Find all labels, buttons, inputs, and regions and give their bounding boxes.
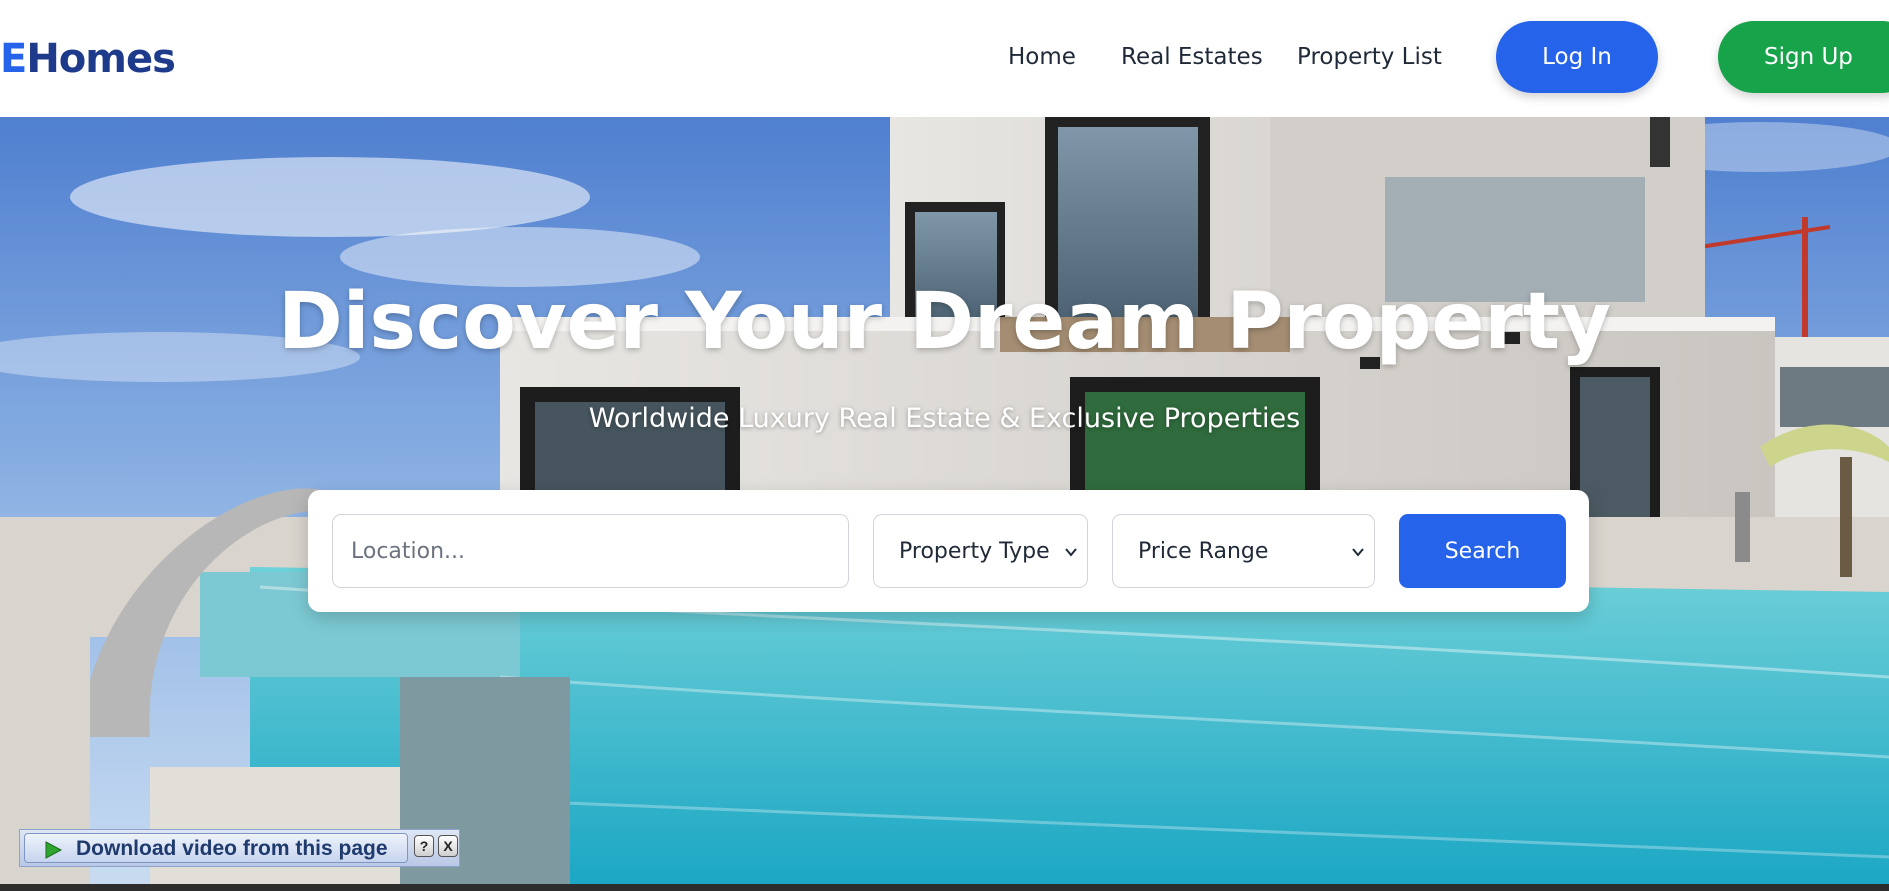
signup-button[interactable]: Sign Up bbox=[1718, 21, 1889, 93]
price-range-select[interactable]: Price Range bbox=[1112, 514, 1375, 588]
price-range-label: Price Range bbox=[1138, 539, 1269, 564]
chevron-down-icon bbox=[1065, 548, 1077, 557]
bottom-scrollbar-strip bbox=[0, 884, 1889, 891]
logo-text: Homes bbox=[26, 36, 176, 82]
download-video-toolbar: Download video from this page ? X bbox=[19, 829, 460, 867]
download-video-button[interactable]: Download video from this page bbox=[24, 833, 408, 863]
download-video-label: Download video from this page bbox=[76, 837, 388, 860]
search-button[interactable]: Search bbox=[1399, 514, 1566, 588]
location-input[interactable] bbox=[332, 514, 849, 588]
logo-prefix: E bbox=[0, 36, 27, 82]
nav-home[interactable]: Home bbox=[1008, 44, 1076, 70]
close-button[interactable]: X bbox=[438, 835, 458, 857]
chevron-down-icon bbox=[1352, 548, 1364, 557]
hero-title: Discover Your Dream Property bbox=[278, 277, 1611, 367]
nav-real-estates[interactable]: Real Estates bbox=[1121, 44, 1263, 70]
play-icon bbox=[45, 841, 63, 859]
hero-section: Discover Your Dream Property Worldwide L… bbox=[0, 117, 1889, 891]
site-header: EHomes Home Real Estates Property List L… bbox=[0, 0, 1889, 117]
nav-property-list[interactable]: Property List bbox=[1297, 44, 1442, 70]
property-type-select[interactable]: Property Type bbox=[873, 514, 1088, 588]
help-button[interactable]: ? bbox=[414, 835, 434, 857]
site-logo[interactable]: EHomes bbox=[0, 36, 176, 82]
search-panel: Property Type Price Range Search bbox=[308, 490, 1589, 612]
login-button[interactable]: Log In bbox=[1496, 21, 1658, 93]
property-type-label: Property Type bbox=[899, 539, 1050, 564]
hero-subtitle: Worldwide Luxury Real Estate & Exclusive… bbox=[588, 403, 1301, 434]
